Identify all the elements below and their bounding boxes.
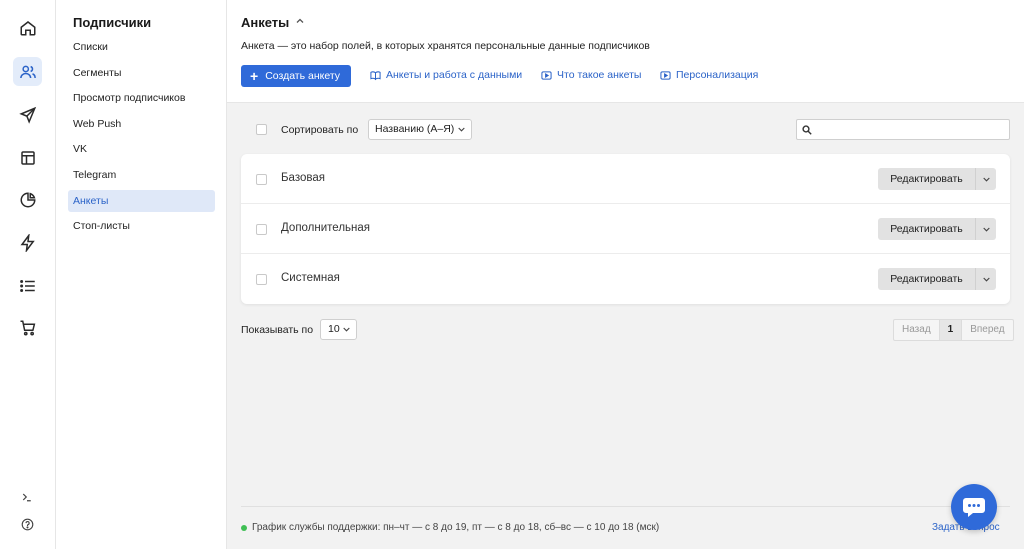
page-size-label: Показывать по [241, 324, 314, 336]
list-icon[interactable] [13, 271, 42, 300]
subnav-item-forms[interactable]: Анкеты [68, 190, 215, 212]
link-personalization[interactable]: Персонализация [660, 69, 758, 81]
subnav-item-telegram[interactable]: Telegram [68, 164, 215, 186]
send-icon[interactable] [13, 100, 42, 129]
sort-select[interactable]: Названию (А–Я) [368, 119, 472, 140]
cart-icon[interactable] [13, 313, 42, 342]
status-dot-icon [241, 524, 247, 531]
current-page[interactable]: 1 [938, 320, 963, 340]
subnav-item-vk[interactable]: VK [68, 138, 215, 160]
sort-label: Сортировать по [281, 124, 359, 136]
video-icon [660, 70, 671, 80]
row-checkbox[interactable] [256, 224, 267, 235]
link-forms-and-data[interactable]: Анкеты и работа с данными [370, 69, 522, 81]
icon-rail [0, 0, 56, 549]
list-item: Дополнительная Редактировать [241, 204, 1010, 254]
edit-button[interactable]: Редактировать [878, 218, 975, 240]
support-schedule: График службы поддержки: пн–чт — с 8 до … [241, 522, 659, 533]
forms-list: Базовая Редактировать Дополнительная Ред… [241, 154, 1010, 304]
link-label: Что такое анкеты [557, 69, 642, 81]
create-form-label: Создать анкету [265, 70, 341, 82]
support-schedule-text: График службы поддержки: пн–чт — с 8 до … [252, 522, 660, 533]
terminal-icon[interactable] [19, 489, 35, 505]
chevron-up-icon[interactable] [295, 16, 305, 26]
footer-divider [241, 506, 1010, 507]
help-icon[interactable] [19, 516, 35, 532]
users-icon[interactable] [13, 57, 42, 86]
chevron-down-icon [983, 227, 990, 232]
link-label: Анкеты и работа с данными [386, 69, 523, 81]
subnav-item-stop-lists[interactable]: Стоп-листы [68, 215, 215, 237]
pie-chart-icon[interactable] [13, 185, 42, 214]
chevron-down-icon [458, 127, 465, 132]
chevron-down-icon [343, 327, 350, 332]
layout-icon[interactable] [13, 143, 42, 172]
subnav-item-view-subscribers[interactable]: Просмотр подписчиков [68, 87, 215, 109]
page-size-value: 10 [328, 323, 340, 335]
page-description: Анкета — это набор полей, в которых хран… [241, 40, 650, 52]
form-name[interactable]: Дополнительная [281, 222, 370, 234]
chevron-down-icon [983, 177, 990, 182]
row-checkbox[interactable] [256, 174, 267, 185]
edit-button[interactable]: Редактировать [878, 168, 975, 190]
search-icon [802, 125, 812, 135]
page-size-select[interactable]: 10 [320, 319, 357, 340]
chat-button[interactable] [951, 484, 997, 530]
sort-value: Названию (А–Я) [375, 123, 455, 135]
book-icon [370, 70, 381, 80]
subnav-item-web-push[interactable]: Web Push [68, 113, 215, 135]
plus-icon: + [250, 68, 259, 84]
row-checkbox[interactable] [256, 274, 267, 285]
form-name[interactable]: Системная [281, 272, 340, 284]
edit-dropdown-button[interactable] [975, 218, 996, 240]
prev-page-button[interactable]: Назад [894, 320, 939, 340]
chevron-down-icon [983, 277, 990, 282]
select-all-checkbox[interactable] [256, 124, 267, 135]
chat-icon [963, 498, 985, 517]
list-item: Базовая Редактировать [241, 154, 1010, 204]
subnav: Подписчики Списки Сегменты Просмотр подп… [56, 0, 227, 549]
subnav-item-segments[interactable]: Сегменты [68, 62, 215, 84]
home-icon[interactable] [13, 13, 42, 42]
form-name[interactable]: Базовая [281, 172, 325, 184]
link-what-are-forms[interactable]: Что такое анкеты [541, 69, 641, 81]
edit-dropdown-button[interactable] [975, 268, 996, 290]
lightning-icon[interactable] [13, 228, 42, 257]
video-icon [541, 70, 552, 80]
search-box [796, 119, 1010, 140]
subnav-title: Подписчики [73, 15, 152, 30]
search-input[interactable] [815, 120, 1005, 139]
subnav-item-lists[interactable]: Списки [68, 36, 215, 58]
main-content: Анкеты Анкета — это набор полей, в котор… [227, 0, 1024, 549]
list-item: Системная Редактировать [241, 254, 1010, 304]
pagination: Назад 1 Вперед [893, 319, 1014, 341]
edit-dropdown-button[interactable] [975, 168, 996, 190]
create-form-button[interactable]: + Создать анкету [241, 65, 351, 87]
next-page-button[interactable]: Вперед [962, 320, 1012, 340]
page-title: Анкеты [241, 15, 290, 30]
edit-button[interactable]: Редактировать [878, 268, 975, 290]
link-label: Персонализация [676, 69, 759, 81]
page-header: Анкеты Анкета — это набор полей, в котор… [227, 0, 1024, 103]
